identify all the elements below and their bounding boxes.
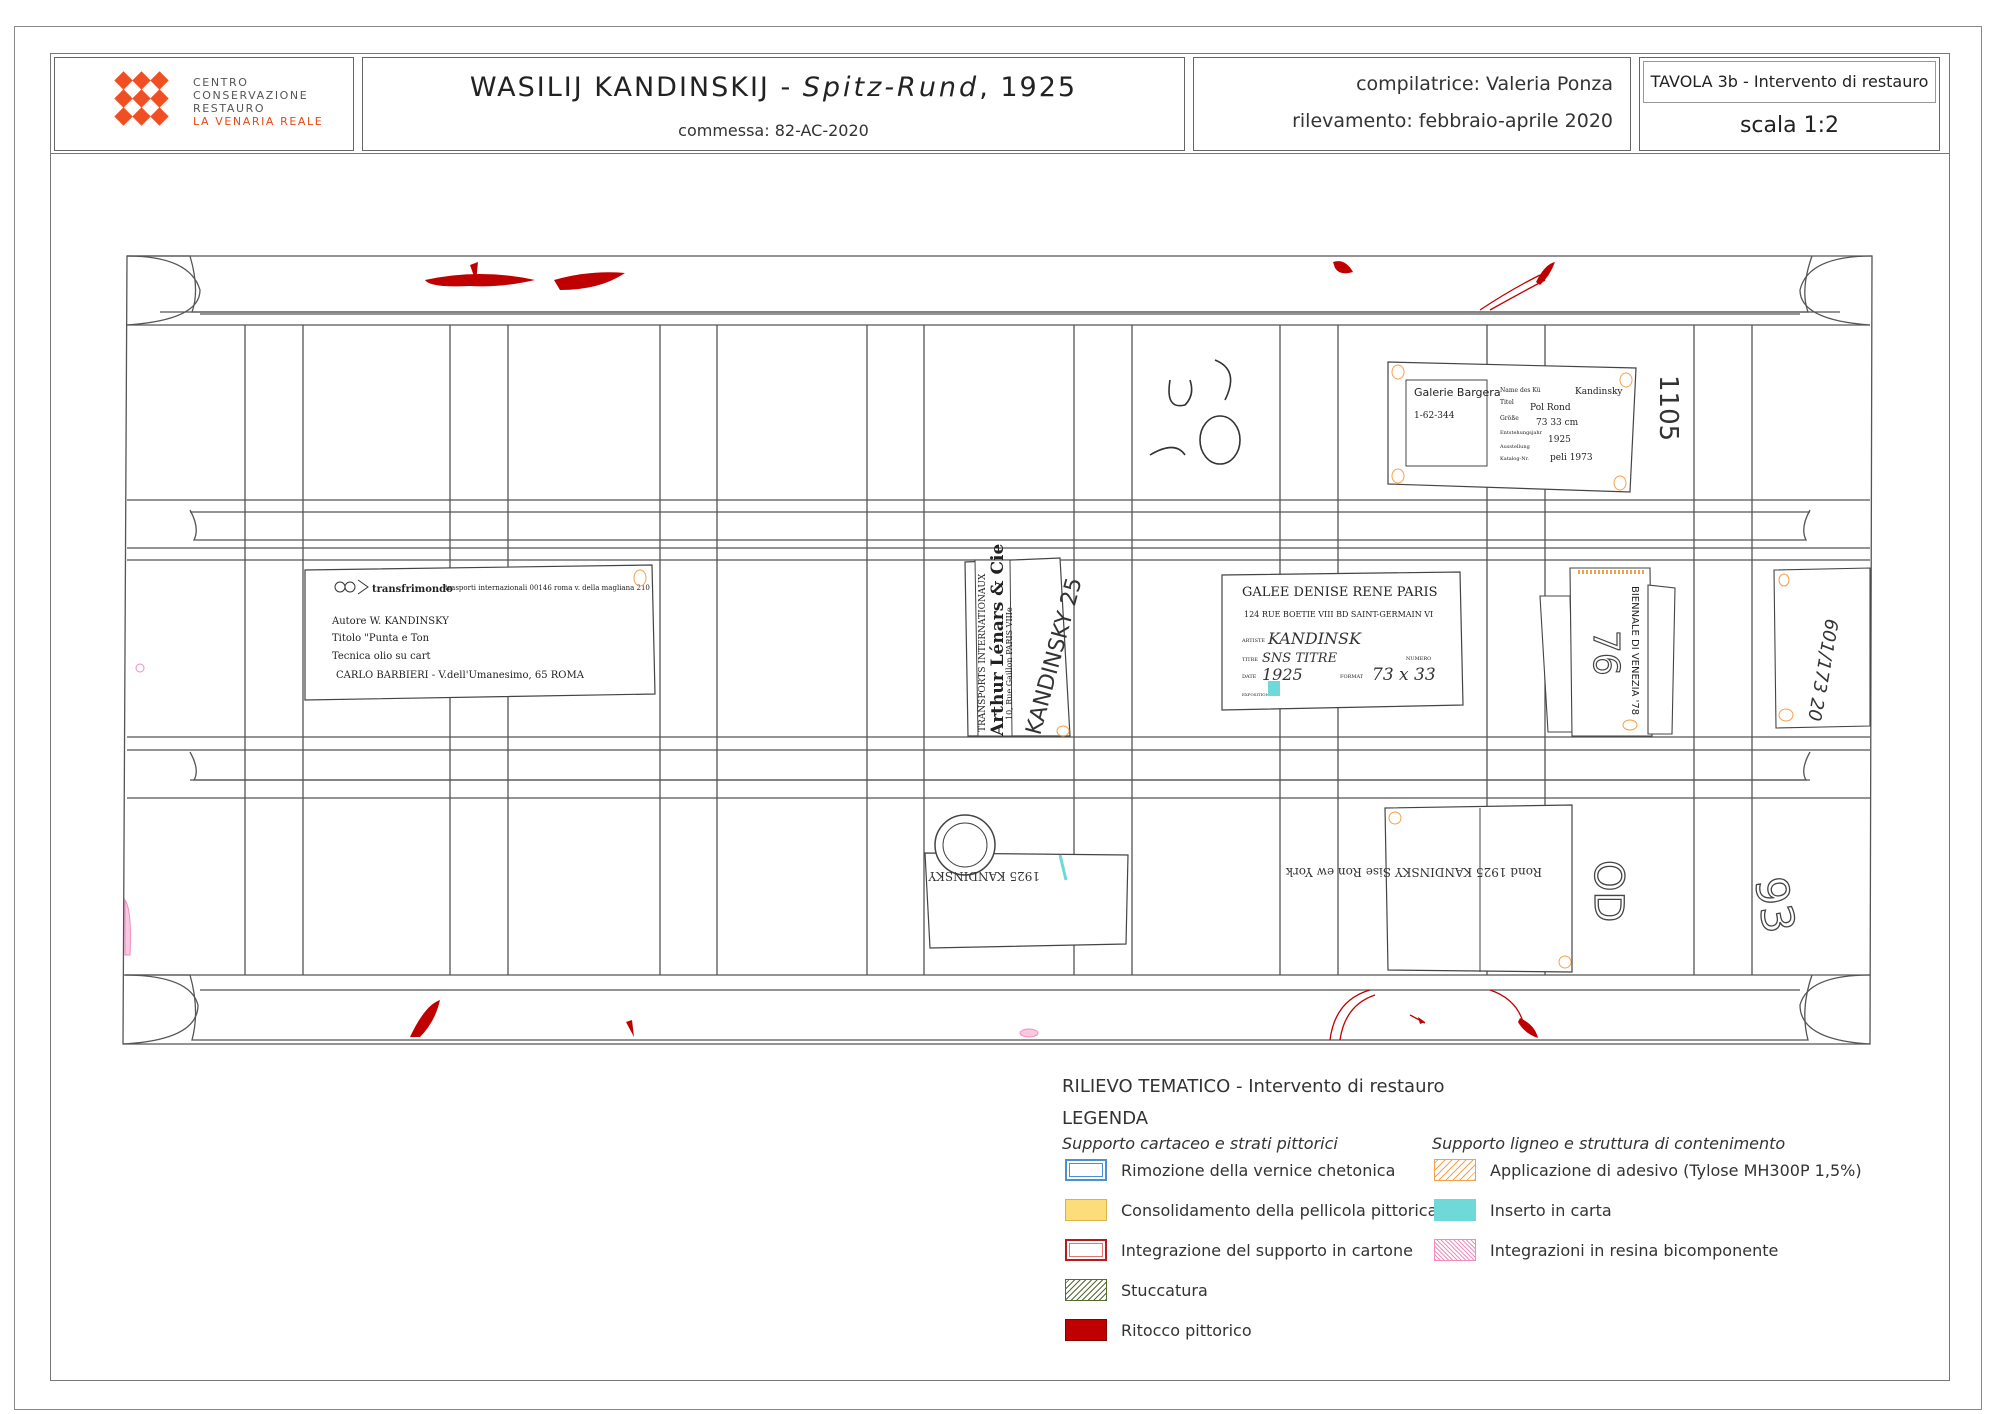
label-bargera: Galerie Bargera 1-62-344 Name des Kü Kan… [1387, 361, 1637, 493]
svg-text:NUMERO: NUMERO [1406, 656, 1431, 662]
legend-item-rimozione: Rimozione della vernice chetonica [1121, 1161, 1396, 1180]
svg-text:EXPOSITION: EXPOSITION [1242, 692, 1270, 697]
svg-text:BIENNALE DI VENEZIA '78: BIENNALE DI VENEZIA '78 [1629, 586, 1640, 715]
svg-text:CARLO BARBIERI - V.dell'Umanes: CARLO BARBIERI - V.dell'Umanesimo, 65 RO… [336, 670, 585, 681]
svg-text:Name des Kü: Name des Kü [1500, 387, 1541, 394]
stretcher-drawing: 1105 93 OD transfrimondo trasporti inter… [122, 255, 1873, 1045]
svg-text:Tecnica olio su cart: Tecnica olio su cart [332, 651, 431, 662]
svg-text:Größe: Größe [1500, 415, 1519, 422]
svg-text:76: 76 [1585, 630, 1626, 676]
svg-text:transfrimondo: transfrimondo [372, 584, 453, 595]
label-biennale: BIENNALE DI VENEZIA '78 76 [1539, 567, 1676, 737]
svg-text:Ausstellung: Ausstellung [1499, 444, 1531, 450]
svg-text:10, Rue Gaillon PARIS VIIIe: 10, Rue Gaillon PARIS VIIIe [1005, 607, 1014, 720]
svg-text:Katalog-Nr.: Katalog-Nr. [1500, 456, 1529, 462]
svg-text:Galerie Bargera: Galerie Bargera [1414, 386, 1501, 399]
label-right-small: 601/173 20 [1773, 567, 1871, 729]
legend-heading: RILIEVO TEMATICO - Intervento di restaur… [1062, 1076, 1445, 1097]
legend-item-inserto: Inserto in carta [1490, 1201, 1612, 1220]
svg-text:Titolo "Punta e Ton: Titolo "Punta e Ton [332, 633, 430, 644]
hand-mark-od: OD [1585, 860, 1631, 922]
legend-item-adesivo: Applicazione di adesivo (Tylose MH300P 1… [1490, 1161, 1862, 1180]
svg-text:TRANSPORTS INTERNATIONAUX: TRANSPORTS INTERNATIONAUX [978, 573, 988, 732]
svg-text:1925: 1925 [1548, 435, 1571, 445]
svg-text:FORMAT: FORMAT [1340, 674, 1364, 680]
svg-text:SNS TITRE: SNS TITRE [1262, 651, 1338, 666]
svg-text:Pol Rond: Pol Rond [1530, 403, 1571, 413]
swatch-stuccatura [1065, 1279, 1107, 1301]
swatch-adesivo [1434, 1159, 1476, 1181]
svg-text:Kandinsky: Kandinsky [1575, 387, 1623, 397]
svg-text:1925 KANDINSKY: 1925 KANDINSKY [927, 869, 1040, 883]
legend-item-resina: Integrazioni in resina bicomponente [1490, 1241, 1779, 1260]
svg-text:Rond 1925 KANDINSKY Sise Ron e: Rond 1925 KANDINSKY Sise Ron ew York [1285, 865, 1542, 879]
svg-text:Titel: Titel [1500, 399, 1514, 406]
label-stamp: 1925 KANDINSKY [924, 814, 1129, 949]
legend-item-consolidamento: Consolidamento della pellicola pittorica [1121, 1201, 1438, 1220]
svg-text:Entstehungsjahr: Entstehungsjahr [1500, 430, 1543, 436]
svg-text:Autore W. KANDINSKY: Autore W. KANDINSKY [331, 616, 449, 627]
svg-text:KANDINSK: KANDINSK [1267, 629, 1362, 648]
svg-text:peli 1973: peli 1973 [1550, 453, 1593, 463]
hand-number-top: 1105 [1653, 375, 1683, 441]
legend-right-title: Supporto ligneo e struttura di contenime… [1432, 1134, 1786, 1153]
legend-item-stuccatura: Stuccatura [1121, 1281, 1208, 1300]
legend-item-integrazione-cartone: Integrazione del supporto in cartone [1121, 1241, 1413, 1260]
svg-text:GALEE DENISE RENE PARIS: GALEE DENISE RENE PARIS [1242, 585, 1438, 600]
svg-text:73 x 33: 73 x 33 [1372, 665, 1436, 685]
swatch-integrazione-cartone [1065, 1239, 1107, 1261]
label-denise-rene: GALEE DENISE RENE PARIS 124 RUE BOETIE V… [1221, 571, 1464, 711]
svg-text:124 RUE BOETIE VIII BD SAINT-: 124 RUE BOETIE VIII BD SAINT-GERMAIN VI [1244, 610, 1433, 619]
label-lenars: TRANSPORTS INTERNATIONAUX Arthur Lénars … [964, 544, 1088, 738]
swatch-inserto [1434, 1199, 1476, 1221]
svg-text:ARTISTE: ARTISTE [1241, 638, 1265, 644]
legend-left-title: Supporto cartaceo e strati pittorici [1062, 1134, 1338, 1153]
label-new-york: Rond 1925 KANDINSKY Sise Ron ew York [1285, 804, 1573, 973]
hand-number-right: 93 [1744, 873, 1804, 937]
swatch-ritocco [1065, 1319, 1107, 1341]
legend-item-ritocco: Ritocco pittorico [1121, 1321, 1252, 1340]
svg-text:1-62-344: 1-62-344 [1414, 411, 1455, 421]
swatch-rimozione [1065, 1159, 1107, 1181]
swatch-consolidamento [1065, 1199, 1107, 1221]
swatch-resina [1434, 1239, 1476, 1261]
svg-text:73 33 cm: 73 33 cm [1536, 418, 1579, 428]
svg-text:TITRE: TITRE [1242, 657, 1258, 663]
svg-text:trasporti internazionali 00146: trasporti internazionali 00146 roma v. d… [445, 584, 650, 592]
svg-text:DATE: DATE [1242, 674, 1257, 680]
label-transfrimondo: transfrimondo trasporti internazionali 0… [304, 564, 656, 701]
legend-title: LEGENDA [1062, 1108, 1149, 1129]
